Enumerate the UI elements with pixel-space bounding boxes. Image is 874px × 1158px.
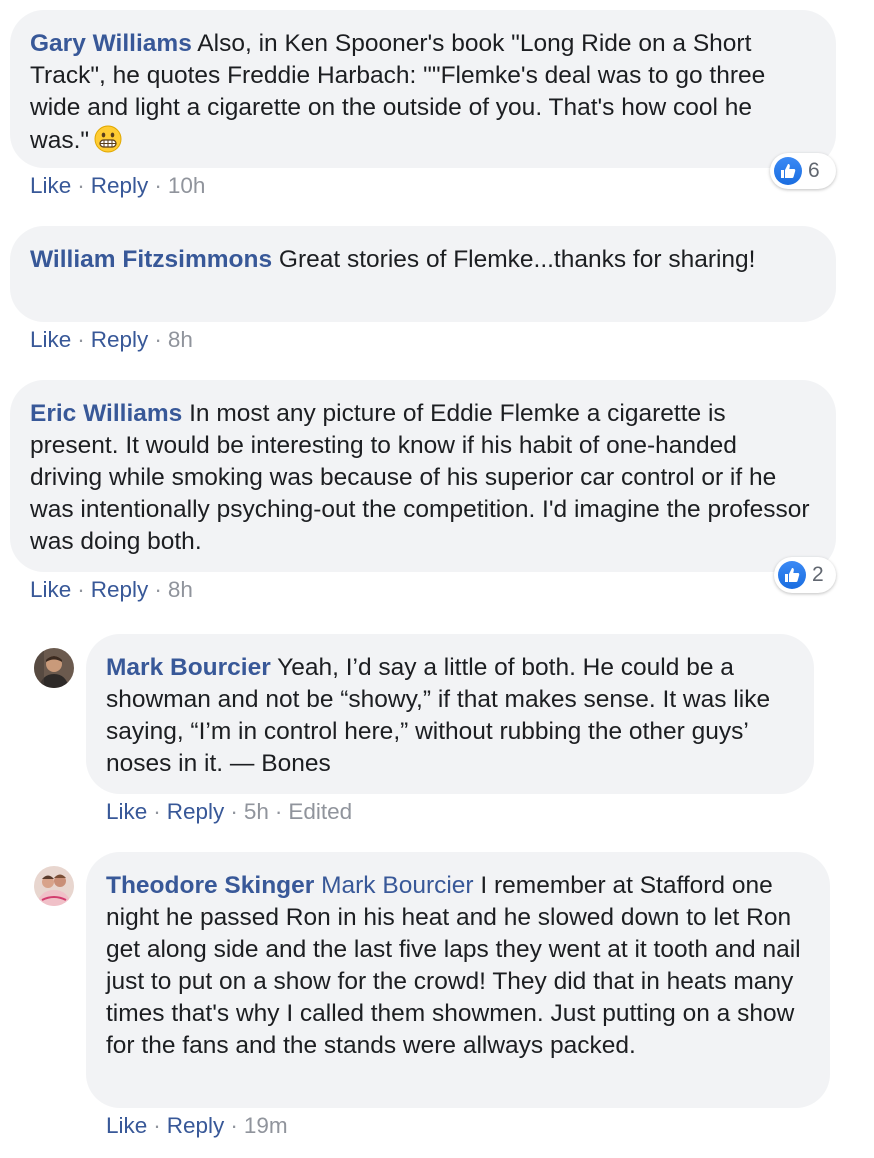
reply-link[interactable]: Reply: [167, 1113, 225, 1138]
reply-link[interactable]: Reply: [91, 173, 149, 198]
like-link[interactable]: Like: [30, 577, 71, 602]
like-link[interactable]: Like: [106, 1113, 147, 1138]
comment-author[interactable]: Eric Williams: [30, 400, 182, 427]
separator-dot: ·: [230, 799, 238, 824]
user-avatar-photo: [34, 866, 74, 906]
separator-dot: ·: [153, 799, 161, 824]
comment-actions: Like · Reply · 10h: [30, 172, 205, 200]
reply-link[interactable]: Reply: [167, 799, 225, 824]
like-link[interactable]: Like: [30, 327, 71, 352]
comment-timestamp[interactable]: 5h: [244, 799, 269, 824]
reply-link[interactable]: Reply: [91, 577, 149, 602]
comment-bubble: Eric Williams In most any picture of Edd…: [10, 380, 836, 572]
separator-dot: ·: [77, 327, 85, 352]
comment-bubble: Mark Bourcier Yeah, I’d say a little of …: [86, 634, 814, 794]
comment-actions: Like · Reply · 19m: [106, 1112, 288, 1140]
comment-actions: Like · Reply · 5h · Edited: [106, 798, 352, 826]
reaction-count: 2: [812, 563, 824, 586]
avatar[interactable]: [34, 866, 74, 906]
thumbs-up-icon: [778, 561, 806, 589]
comment-actions: Like · Reply · 8h: [30, 326, 193, 354]
comment-author[interactable]: Gary Williams: [30, 30, 192, 57]
mention-link[interactable]: Mark Bourcier: [321, 872, 473, 899]
separator-dot: ·: [230, 1113, 238, 1138]
comment-author[interactable]: Theodore Skinger: [106, 872, 314, 899]
comment-bubble: William Fitzsimmons Great stories of Fle…: [10, 226, 836, 322]
comment-bubble: Theodore Skinger Mark Bourcier I remembe…: [86, 852, 830, 1108]
thumbs-up-icon: [774, 157, 802, 185]
separator-dot: ·: [153, 1113, 161, 1138]
separator-dot: ·: [274, 799, 283, 824]
edited-label[interactable]: Edited: [288, 799, 352, 824]
comment-actions: Like · Reply · 8h: [30, 576, 193, 604]
separator-dot: ·: [77, 577, 85, 602]
comment-timestamp[interactable]: 8h: [168, 577, 193, 602]
separator-dot: ·: [154, 173, 162, 198]
comment-author[interactable]: Mark Bourcier: [106, 654, 271, 681]
like-reaction-count[interactable]: 6: [770, 153, 836, 189]
comment-timestamp[interactable]: 10h: [168, 173, 206, 198]
like-link[interactable]: Like: [106, 799, 147, 824]
user-avatar-photo: [34, 648, 74, 688]
reply-link[interactable]: Reply: [91, 327, 149, 352]
like-reaction-count[interactable]: 2: [774, 557, 836, 593]
reaction-count: 6: [808, 159, 820, 182]
comment-timestamp[interactable]: 19m: [244, 1113, 288, 1138]
comment-bubble: Gary Williams Also, in Ken Spooner's boo…: [10, 10, 836, 168]
comment-timestamp[interactable]: 8h: [168, 327, 193, 352]
avatar[interactable]: [34, 648, 74, 688]
separator-dot: ·: [154, 577, 162, 602]
separator-dot: ·: [154, 327, 162, 352]
comment-text: Great stories of Flemke...thanks for sha…: [278, 246, 756, 273]
grimacing-face-emoji-icon: [94, 125, 122, 153]
separator-dot: ·: [77, 173, 85, 198]
comment-author[interactable]: William Fitzsimmons: [30, 246, 272, 273]
comment-text: I remember at Stafford one night he pass…: [106, 872, 801, 1059]
like-link[interactable]: Like: [30, 173, 71, 198]
